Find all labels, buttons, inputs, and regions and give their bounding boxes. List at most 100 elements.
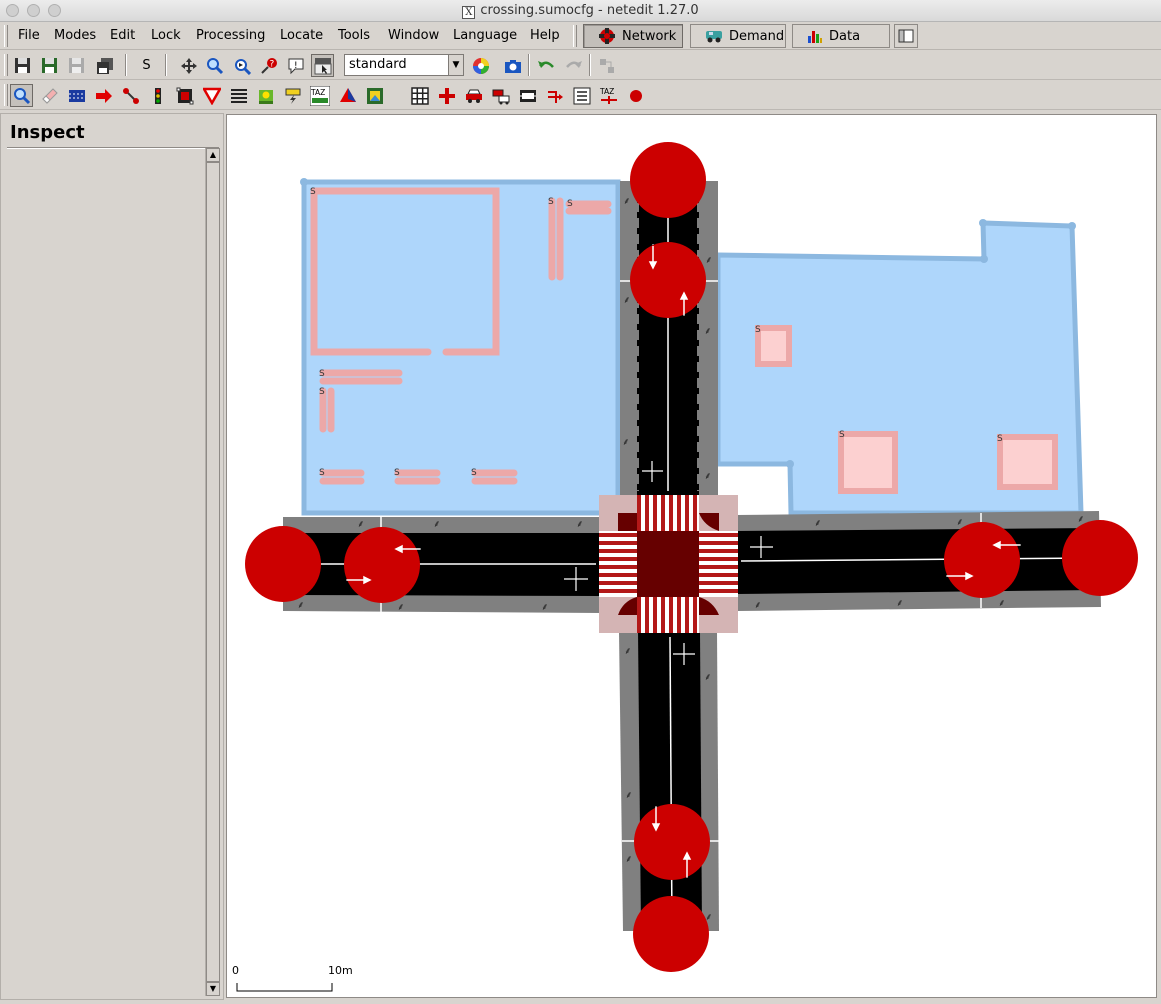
svg-text:⸙: ⸙ — [704, 471, 712, 482]
poi-label: S — [839, 430, 845, 440]
crossing-lines-icon — [230, 88, 247, 103]
shape-mode-button[interactable] — [336, 84, 359, 107]
chevron-down-icon[interactable]: ▼ — [448, 55, 463, 75]
central-junction[interactable] — [599, 495, 738, 633]
network-mode-icon — [599, 28, 615, 44]
select-mode-button[interactable] — [65, 84, 88, 107]
menu-language[interactable]: Language — [453, 28, 517, 43]
save-as-button[interactable] — [65, 54, 88, 77]
save-elements-button[interactable] — [93, 54, 116, 77]
panel-scrollbar[interactable]: ▲ ▼ — [205, 148, 220, 996]
redo-arrow-icon — [565, 60, 582, 68]
list-icon — [573, 87, 590, 104]
connections-toggle-button[interactable] — [543, 84, 566, 107]
locate-button[interactable] — [230, 54, 253, 77]
menu-lock[interactable]: Lock — [151, 28, 181, 43]
junction-shape-toggle-button[interactable] — [435, 84, 458, 107]
menu-modes[interactable]: Modes — [54, 28, 96, 43]
decal-image-icon — [366, 87, 383, 104]
grid-icon — [410, 86, 429, 105]
menu-processing[interactable]: Processing — [196, 28, 265, 43]
grid-toggle-button[interactable] — [408, 84, 431, 107]
scroll-thumb[interactable] — [206, 162, 220, 982]
network-view[interactable]: S S S S S S S S S S S ⸙⸙⸙⸙ ⸙⸙ ⸙ ⸙ ⸙ ⸙ ⸙ … — [227, 115, 1157, 998]
demand-mode-button[interactable]: Demand — [690, 24, 786, 48]
demand-mode-icon — [706, 31, 722, 43]
toolbar-grip[interactable] — [4, 84, 8, 106]
prohibition-mode-button[interactable] — [200, 84, 223, 107]
menu-toggle-button[interactable] — [311, 54, 334, 77]
demand-toggle-button[interactable] — [489, 84, 512, 107]
list-toggle-button[interactable] — [570, 84, 593, 107]
edge-west[interactable] — [283, 517, 601, 613]
wire-mode-button[interactable] — [281, 84, 304, 107]
color-scheme-select[interactable]: standard ▼ — [344, 54, 464, 76]
recenter-view-button[interactable] — [177, 54, 200, 77]
edge-north[interactable] — [620, 181, 718, 497]
additional-mode-button[interactable] — [254, 84, 277, 107]
menu-edit[interactable]: Edit — [110, 28, 135, 43]
menu-help[interactable]: Help — [530, 28, 560, 43]
menubar-grip[interactable] — [4, 25, 8, 47]
decal-mode-button[interactable] — [363, 84, 386, 107]
junction-south-outer — [633, 896, 709, 972]
data-mode-button[interactable]: Data — [792, 24, 890, 48]
edge-east[interactable] — [736, 511, 1101, 611]
poi-label: S — [394, 468, 400, 478]
poi-label: S — [567, 199, 573, 209]
screenshot-button[interactable] — [501, 54, 524, 77]
taz-toggle-button[interactable]: TAZ — [597, 84, 620, 107]
svg-text:⸙: ⸙ — [297, 600, 305, 611]
select-lanes-icon — [68, 89, 85, 102]
redo-button[interactable] — [562, 54, 585, 77]
junction-east-inner — [944, 522, 1020, 598]
network-canvas[interactable]: S S S S S S S S S S S ⸙ ⸙ ⸙ ⸙ ⸙ ⸙ ⸙ ⸙ ⸙ … — [226, 114, 1157, 998]
delete-mode-button[interactable] — [38, 84, 61, 107]
scroll-down-icon[interactable]: ▼ — [206, 982, 220, 996]
edit-coloring-button[interactable] — [469, 54, 492, 77]
toolbar-grip[interactable] — [4, 54, 8, 76]
menu-window[interactable]: Window — [388, 28, 439, 43]
poi-label: S — [997, 434, 1003, 444]
svg-text:⸙: ⸙ — [624, 646, 632, 657]
inspect-mode-button[interactable] — [10, 84, 33, 107]
vehicle-toggle-button[interactable] — [462, 84, 485, 107]
svg-text:⸙: ⸙ — [576, 519, 584, 530]
menu-cursor-icon — [314, 57, 331, 74]
help-locate-button[interactable]: ? — [257, 54, 280, 77]
edge-mode-button[interactable] — [119, 84, 142, 107]
crossing-mode-button[interactable] — [227, 84, 250, 107]
tooltip-toggle-button[interactable]: ! — [284, 54, 307, 77]
lane-toggle-button[interactable] — [516, 84, 539, 107]
save-network-button[interactable] — [11, 54, 34, 77]
scroll-up-icon[interactable]: ▲ — [206, 148, 220, 162]
poi-label: S — [310, 187, 316, 197]
svg-text:⸙: ⸙ — [357, 519, 365, 530]
traffic-light-icon — [154, 87, 161, 104]
supermode-grip[interactable] — [573, 25, 577, 47]
zoom-button[interactable] — [203, 54, 226, 77]
toggle-window-button[interactable] — [894, 24, 918, 48]
taz-mode-button[interactable]: TAZ — [308, 84, 331, 107]
svg-text:⸙: ⸙ — [704, 672, 712, 683]
window-frame-icon — [898, 29, 914, 43]
menu-tools[interactable]: Tools — [338, 28, 370, 43]
junction-toggle-button[interactable] — [624, 84, 647, 107]
poi-label: S — [471, 468, 477, 478]
toggle-s-button[interactable]: S — [135, 54, 158, 77]
save-all-button[interactable] — [38, 54, 61, 77]
junction-north-inner — [630, 242, 706, 318]
polygon-left[interactable] — [300, 178, 621, 516]
menu-file[interactable]: File — [18, 28, 40, 43]
connection-mode-button[interactable] — [173, 84, 196, 107]
menu-locate[interactable]: Locate — [280, 28, 323, 43]
svg-text:⸙: ⸙ — [814, 518, 822, 529]
compute-network-button[interactable] — [595, 54, 618, 77]
traffic-light-mode-button[interactable] — [146, 84, 169, 107]
undo-button[interactable] — [534, 54, 557, 77]
move-mode-button[interactable] — [92, 84, 115, 107]
connection-icon — [176, 87, 193, 104]
taz-connector-icon: TAZ — [599, 87, 617, 104]
network-mode-button[interactable]: Network — [583, 24, 683, 48]
svg-text:⸙: ⸙ — [704, 326, 712, 337]
